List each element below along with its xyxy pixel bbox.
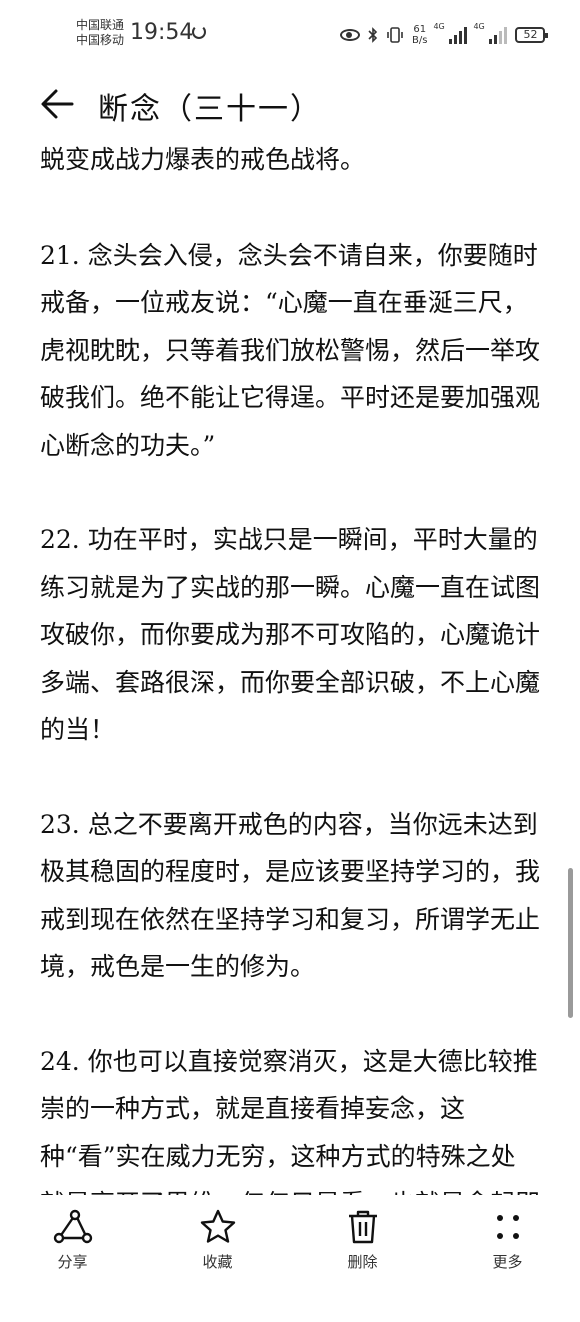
net-speed-unit: B/s [412, 35, 428, 46]
more-button[interactable]: 更多 [435, 1195, 580, 1289]
favorite-label: 收藏 [202, 1253, 233, 1271]
signal-icon-1: 4G [433, 22, 468, 44]
eye-comfort-icon [340, 29, 360, 41]
net-speed: 61 B/s [412, 24, 427, 46]
app-header: 断念（三十一） [0, 72, 580, 136]
battery-icon: 52 [515, 27, 549, 43]
trash-icon [348, 1210, 377, 1244]
status-icons: 61 B/s 4G 4G 52 [340, 20, 549, 50]
page-title: 断念（三十一） [98, 92, 322, 127]
more-dots-icon [496, 1215, 519, 1239]
network-type-1: 4G [433, 22, 445, 31]
paragraph-fragment: 蜕变成战力爆表的戒色战将。 [40, 145, 366, 174]
share-icon [53, 1209, 92, 1244]
bottom-toolbar: 分享 收藏 删除 更多 [0, 1195, 580, 1289]
sync-icon [192, 25, 206, 39]
share-button[interactable]: 分享 [0, 1195, 145, 1289]
scrollbar-thumb[interactable] [568, 868, 573, 1018]
delete-button[interactable]: 删除 [290, 1195, 435, 1289]
network-type-2: 4G [473, 22, 485, 31]
signal-icon-2: 4G [473, 22, 508, 44]
arrow-left-icon [41, 89, 74, 119]
status-bar: 中国联通 中国移动 19:54 61 B/s 4G 4G 52 [0, 0, 580, 70]
bluetooth-icon [368, 27, 378, 43]
vibrate-icon [387, 27, 403, 43]
paragraph-21: 21. 念头会入侵，念头会不请自来，你要随时戒备，一位戒友说：“心魔一直在垂涎三… [40, 240, 541, 460]
star-icon [200, 1209, 235, 1243]
paragraph-22: 22. 功在平时，实战只是一瞬间，平时大量的练习就是为了实战的那一瞬。心魔一直在… [40, 525, 541, 744]
carrier-info: 中国联通 中国移动 [76, 18, 124, 48]
paragraph-23: 23. 总之不要离开戒色的内容，当你远未达到极其稳固的程度时，是应该要坚持学习的… [40, 809, 541, 982]
carrier-1: 中国联通 [76, 18, 125, 32]
share-label: 分享 [57, 1253, 88, 1271]
article-body: 蜕变成战力爆表的戒色战将。 21. 念头会入侵，念头会不请自来，你要随时戒备，一… [40, 136, 540, 1322]
carrier-2: 中国移动 [76, 33, 125, 47]
favorite-button[interactable]: 收藏 [145, 1195, 290, 1289]
delete-label: 删除 [347, 1253, 378, 1271]
status-time: 19:54 [130, 20, 194, 45]
back-button[interactable] [38, 86, 78, 122]
net-speed-value: 61 [413, 24, 427, 35]
more-label: 更多 [492, 1253, 523, 1271]
